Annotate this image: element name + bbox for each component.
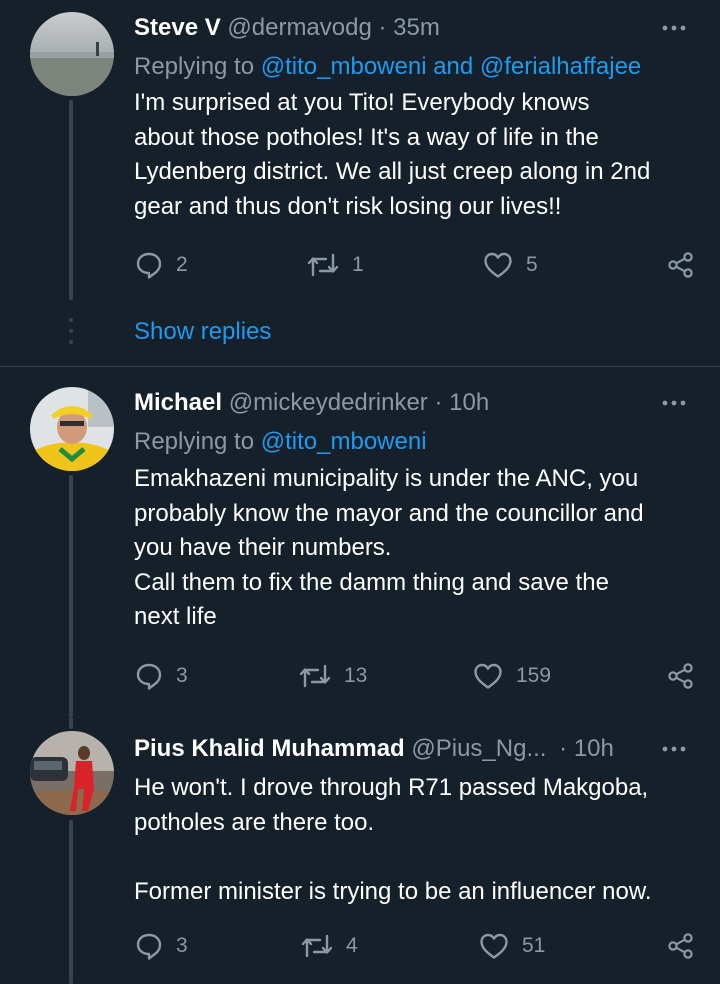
tweet-text: I'm surprised at you Tito! Everybody kno… (134, 89, 651, 220)
retweet-button[interactable]: 4 (300, 928, 358, 964)
share-button[interactable] (666, 928, 696, 964)
replying-to: Replying to @tito_mboweni and @ferialhaf… (134, 51, 641, 83)
retweet-button[interactable]: 1 (306, 247, 364, 283)
user-handle[interactable]: @Pius_Ng... (411, 735, 546, 762)
reply-count: 3 (176, 664, 188, 687)
display-name[interactable]: Pius Khalid Muhammad (134, 735, 405, 762)
like-button[interactable]: 159 (472, 658, 551, 694)
avatar-pius[interactable] (30, 731, 114, 815)
more-icon[interactable] (658, 387, 690, 419)
share-icon (668, 663, 693, 689)
avatar-michael[interactable] (30, 387, 114, 471)
share-icon (668, 252, 693, 278)
thread-line (69, 820, 73, 984)
thread-dots (69, 318, 73, 351)
reply-mentions-link[interactable]: @tito_mboweni and @ferialhaffajee (261, 53, 642, 80)
user-handle[interactable]: @mickeydedrinker (229, 389, 428, 416)
like-count: 51 (522, 934, 546, 957)
replying-to: Replying to @tito_mboweni (134, 426, 427, 458)
reply-icon (136, 663, 162, 690)
like-button[interactable]: 51 (478, 928, 545, 964)
share-icon (668, 933, 693, 959)
retweet-icon (301, 934, 333, 958)
like-icon (480, 933, 508, 959)
more-icon[interactable] (658, 733, 690, 765)
replying-to-label: Replying to (134, 428, 255, 455)
thread-line (69, 100, 73, 300)
separator-dot: · (434, 389, 443, 416)
tweet-actions: 3 4 51 (134, 928, 696, 964)
retweet-count: 4 (346, 934, 358, 957)
timestamp[interactable]: 10h (574, 735, 614, 762)
retweet-icon (307, 253, 339, 277)
thread-line (69, 717, 73, 729)
like-button[interactable]: 5 (482, 247, 538, 283)
retweet-button[interactable]: 13 (298, 658, 367, 694)
timestamp[interactable]: 35m (393, 14, 440, 41)
retweet-count: 13 (344, 664, 368, 687)
reply-count: 3 (176, 934, 188, 957)
reply-count: 2 (176, 253, 188, 276)
display-name[interactable]: Steve V (134, 14, 221, 41)
reply-button[interactable]: 3 (134, 928, 188, 964)
tweet-pius-khalid-muhammad[interactable]: Pius Khalid Muhammad @Pius_Ng... · 10h H… (0, 717, 720, 984)
reply-icon (136, 933, 162, 960)
tweet-header: Michael @mickeydedrinker · 10h (134, 387, 690, 419)
tweet-header: Pius Khalid Muhammad @Pius_Ng... · 10h (134, 733, 690, 765)
retweet-icon (299, 664, 331, 688)
reply-button[interactable]: 2 (134, 247, 188, 283)
reply-button[interactable]: 3 (134, 658, 188, 694)
tweet-text: Emakhazeni municipality is under the ANC… (134, 465, 644, 630)
timestamp[interactable]: 10h (449, 389, 489, 416)
like-count: 5 (526, 253, 538, 276)
share-button[interactable] (666, 658, 696, 694)
separator-dot: · (378, 14, 387, 41)
tweet-text: He won't. I drove through R71 passed Mak… (134, 774, 652, 905)
like-icon (484, 252, 512, 278)
more-icon[interactable] (658, 12, 690, 44)
thread-line (69, 475, 73, 717)
share-button[interactable] (666, 247, 696, 283)
tweet-actions: 2 1 5 (134, 247, 696, 283)
tweet-actions: 3 13 159 (134, 658, 696, 694)
reply-icon (136, 252, 162, 279)
retweet-count: 1 (352, 253, 364, 276)
avatar-steve-v[interactable] (30, 12, 114, 96)
show-replies-link[interactable]: Show replies (134, 316, 271, 348)
tweet-steve-v[interactable]: Steve V @dermavodg · 35m Replying to @ti… (0, 0, 720, 366)
tweet-header: Steve V @dermavodg · 35m (134, 12, 690, 44)
separator-dot: · (559, 735, 568, 762)
reply-mentions-link[interactable]: @tito_mboweni (261, 428, 427, 455)
replying-to-label: Replying to (134, 53, 255, 80)
display-name[interactable]: Michael (134, 389, 222, 416)
like-icon (474, 663, 502, 689)
like-count: 159 (516, 664, 552, 687)
user-handle[interactable]: @dermavodg (227, 14, 371, 41)
tweet-michael[interactable]: Michael @mickeydedrinker · 10h Replying … (0, 367, 720, 717)
